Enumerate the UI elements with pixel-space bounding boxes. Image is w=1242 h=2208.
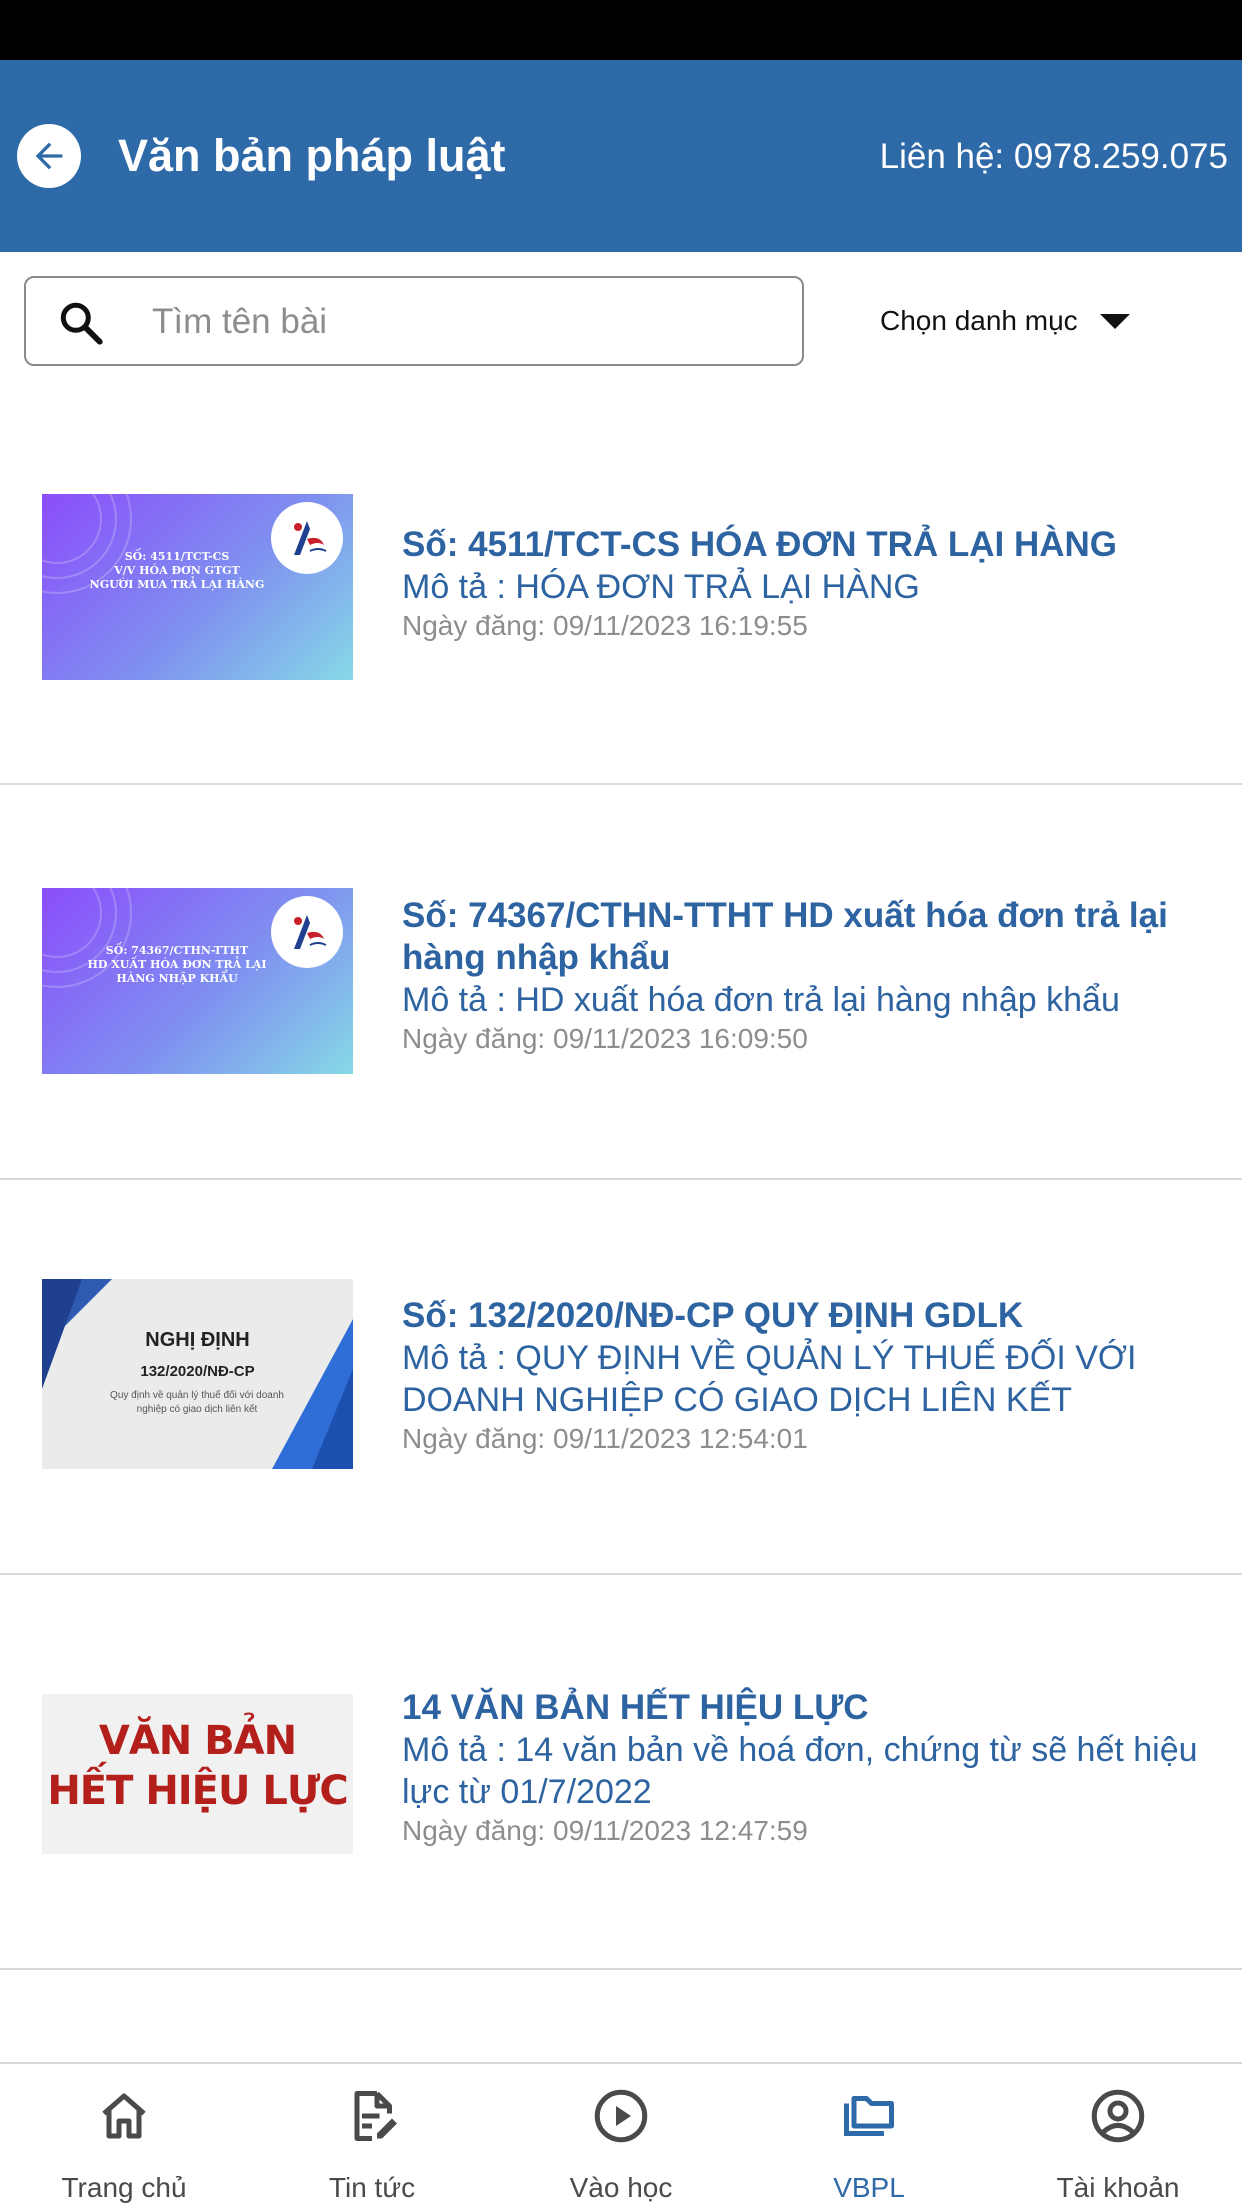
contact-phone[interactable]: Liên hệ: 0978.259.075 <box>880 136 1228 178</box>
logo-icon <box>271 502 343 574</box>
thumbnail-caption: Quy định về quản lý thuế đối với doanh n… <box>110 1390 284 1415</box>
item-body: Số: 132/2020/NĐ-CP QUY ĐỊNH GDLK Mô tả :… <box>402 1295 1202 1457</box>
bottom-nav: Trang chủ Tin tức Vào học VBPL Tài khoản <box>0 2062 1242 2208</box>
back-button[interactable] <box>17 124 81 188</box>
app-header: Văn bản pháp luật Liên hệ: 0978.259.075 <box>0 60 1242 252</box>
thumbnail-subheading: HẾT HIỆU LỰC <box>47 1768 348 1814</box>
document-description: Mô tả : HÓA ĐƠN TRẢ LẠI HÀNG <box>402 568 920 606</box>
list-item[interactable]: VĂN BẢN HẾT HIỆU LỰC 14 VĂN BẢN HẾT HIỆU… <box>0 1575 1242 1970</box>
thumbnail-heading: VĂN BẢN <box>98 1718 297 1764</box>
search-box[interactable] <box>24 276 804 366</box>
thumbnail-heading: NGHỊ ĐỊNH <box>145 1329 250 1351</box>
item-body: 14 VĂN BẢN HẾT HIỆU LỰC Mô tả : 14 văn b… <box>402 1687 1202 1849</box>
document-date: Ngày đăng: 09/11/2023 12:54:01 <box>402 1423 808 1454</box>
document-title[interactable]: Số: 74367/CTHN-TTHT HD xuất hóa đơn trả … <box>402 895 1202 979</box>
nav-item-account[interactable]: Tài khoản <box>1018 2064 1218 2208</box>
nav-item-news[interactable]: Tin tức <box>272 2064 472 2208</box>
page-title: Văn bản pháp luật <box>118 130 506 181</box>
document-edit-icon <box>354 2091 397 2141</box>
item-body: Số: 74367/CTHN-TTHT HD xuất hóa đơn trả … <box>402 895 1202 1057</box>
document-description: Mô tả : 14 văn bản về hoá đơn, chứng từ … <box>402 1731 1198 1811</box>
list-item[interactable]: NGHỊ ĐỊNH 132/2020/NĐ-CP Quy định về quả… <box>0 1180 1242 1575</box>
document-date: Ngày đăng: 09/11/2023 16:09:50 <box>402 1023 808 1054</box>
category-dropdown-label: Chọn danh mục <box>880 305 1078 336</box>
search-input[interactable] <box>152 292 772 352</box>
caret-down-icon <box>1099 313 1130 329</box>
document-thumbnail: NGHỊ ĐỊNH 132/2020/NĐ-CP Quy định về quả… <box>42 1279 353 1469</box>
document-description: Mô tả : QUY ĐỊNH VỀ QUẢN LÝ THUẾ ĐỐI VỚI… <box>402 1339 1137 1419</box>
arrow-left-icon <box>35 142 63 170</box>
folders-icon <box>844 2096 894 2136</box>
logo-icon <box>271 896 343 968</box>
document-title[interactable]: Số: 132/2020/NĐ-CP QUY ĐỊNH GDLK <box>402 1295 1202 1337</box>
document-list: SỐ: 4511/TCT-CS V/V HÓA ĐƠN GTGT NGƯỜI M… <box>0 390 1242 1970</box>
home-icon <box>102 2093 146 2139</box>
nav-label: Trang chủ <box>61 2172 187 2203</box>
document-thumbnail: SỐ: 74367/CTHN-TTHT HD XUẤT HÓA ĐƠN TRẢ … <box>42 888 353 1074</box>
document-title[interactable]: 14 VĂN BẢN HẾT HIỆU LỰC <box>402 1687 1202 1729</box>
list-item[interactable]: SỐ: 4511/TCT-CS V/V HÓA ĐƠN GTGT NGƯỜI M… <box>0 390 1242 785</box>
document-thumbnail: VĂN BẢN HẾT HIỆU LỰC <box>42 1694 353 1854</box>
thumbnail-caption: SỐ: 4511/TCT-CS V/V HÓA ĐƠN GTGT NGƯỜI M… <box>89 550 265 591</box>
document-thumbnail: SỐ: 4511/TCT-CS V/V HÓA ĐƠN GTGT NGƯỜI M… <box>42 494 353 680</box>
nav-item-vbpl[interactable]: VBPL <box>769 2064 969 2208</box>
document-date: Ngày đăng: 09/11/2023 12:47:59 <box>402 1815 808 1846</box>
document-title[interactable]: Số: 4511/TCT-CS HÓA ĐƠN TRẢ LẠI HÀNG <box>402 524 1202 566</box>
nav-item-home[interactable]: Trang chủ <box>24 2064 224 2208</box>
nav-item-study[interactable]: Vào học <box>521 2064 721 2208</box>
thumbnail-caption: SỐ: 74367/CTHN-TTHT HD XUẤT HÓA ĐƠN TRẢ … <box>87 944 267 985</box>
category-dropdown[interactable]: Chọn danh mục <box>880 296 1130 346</box>
user-circle-icon <box>1091 2089 1145 2143</box>
search-icon <box>60 302 103 345</box>
nav-label: Tài khoản <box>1056 2172 1180 2203</box>
nav-label: Vào học <box>569 2172 673 2203</box>
status-bar <box>0 0 1242 60</box>
document-description: Mô tả : HD xuất hóa đơn trả lại hàng nhậ… <box>402 981 1120 1019</box>
item-body: Số: 4511/TCT-CS HÓA ĐƠN TRẢ LẠI HÀNG Mô … <box>402 524 1202 644</box>
document-date: Ngày đăng: 09/11/2023 16:19:55 <box>402 610 808 641</box>
nav-label: Tin tức <box>328 2172 416 2203</box>
list-item[interactable]: SỐ: 74367/CTHN-TTHT HD XUẤT HÓA ĐƠN TRẢ … <box>0 785 1242 1180</box>
play-circle-icon <box>594 2089 648 2143</box>
nav-label: VBPL <box>833 2172 905 2203</box>
thumbnail-number: 132/2020/NĐ-CP <box>140 1363 255 1380</box>
